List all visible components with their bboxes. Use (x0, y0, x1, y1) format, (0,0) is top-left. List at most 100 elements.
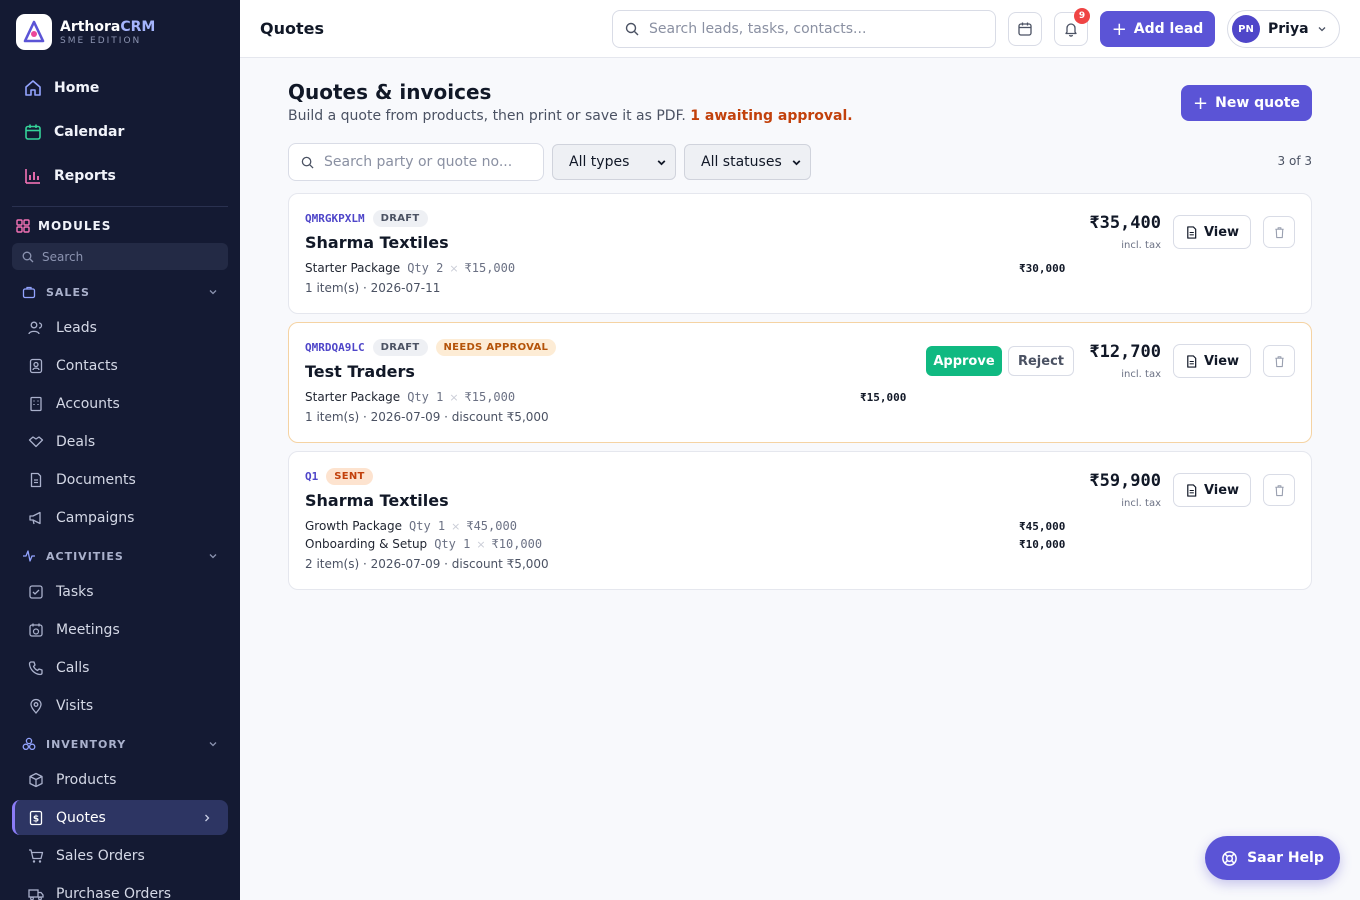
line-total: ₹10,000 (1019, 538, 1066, 551)
lifebuoy-icon (1222, 850, 1237, 866)
building-icon (30, 396, 42, 411)
quote-number[interactable]: QMRDQA9LC (305, 341, 365, 354)
nav-reports[interactable]: Reports (12, 158, 228, 194)
delete-button[interactable] (1263, 216, 1295, 248)
line-item: Growth Package Qty 1 × ₹45,000 (305, 519, 517, 533)
add-lead-button[interactable]: + Add lead (1100, 11, 1215, 47)
tax-note: incl. tax (1121, 498, 1161, 509)
sidebar-item-campaigns[interactable]: Campaigns (12, 500, 228, 535)
sidebar-item-products[interactable]: Products (12, 762, 228, 797)
quote-card[interactable]: QMRGKPXLM DRAFT Sharma Textiles Starter … (288, 193, 1312, 314)
new-quote-button[interactable]: + New quote (1181, 85, 1312, 121)
line-item: Starter Package Qty 1 × ₹15,000 (305, 390, 516, 404)
reject-button[interactable]: Reject (1008, 346, 1074, 376)
brand-name: ArthoraCRM (60, 18, 156, 35)
nav-calendar[interactable]: Calendar (12, 114, 228, 150)
checkbox-icon (29, 584, 43, 599)
quote-total: ₹35,400 (1089, 213, 1161, 233)
chevron-down-icon (657, 159, 666, 165)
trash-icon (1274, 355, 1284, 367)
avatar: PN (1232, 15, 1260, 43)
quote-number[interactable]: QMRGKPXLM (305, 212, 365, 225)
plus-icon: + (1193, 92, 1209, 114)
notifications-button[interactable]: 9 (1054, 8, 1090, 46)
sidebar-item-quotes[interactable]: $ Quotes (12, 800, 228, 835)
top-bar: Quotes Search leads, tasks, contacts... … (240, 0, 1360, 58)
truck-icon (28, 888, 44, 900)
page-subtitle: Build a quote from products, then print … (288, 108, 853, 124)
delete-button[interactable] (1263, 345, 1295, 377)
quote-receipt-icon: $ (29, 810, 43, 825)
view-button[interactable]: View (1173, 215, 1251, 249)
boxes-icon (22, 737, 36, 751)
quote-search-input[interactable]: Search party or quote no... (288, 143, 544, 181)
quote-meta: 1 item(s) · 2026-07-11 (305, 281, 441, 295)
sidebar-item-calls[interactable]: Calls (12, 650, 228, 685)
briefcase-icon (22, 286, 36, 299)
status-select[interactable]: All statuses (684, 144, 811, 180)
global-search-input[interactable]: Search leads, tasks, contacts... (612, 10, 996, 48)
chevron-right-icon (205, 814, 210, 821)
page-title: Quotes & invoices (288, 80, 492, 104)
multiply-icon: × (449, 390, 459, 404)
cart-icon (29, 848, 44, 863)
notification-badge: 9 (1074, 8, 1090, 24)
help-button[interactable]: Saar Help (1205, 836, 1340, 880)
brand[interactable]: ArthoraCRM SME EDITION (0, 0, 240, 64)
group-inventory[interactable]: INVENTORY (0, 726, 240, 762)
sidebar-item-sales-orders[interactable]: Sales Orders (12, 838, 228, 873)
sidebar-divider (12, 206, 228, 207)
file-icon (1187, 225, 1197, 239)
quote-card[interactable]: QMRDQA9LC DRAFT NEEDS APPROVAL Test Trad… (288, 322, 1312, 443)
user-menu[interactable]: PN Priya (1227, 10, 1340, 48)
line-total: ₹15,000 (860, 391, 907, 404)
grid-icon (16, 219, 30, 233)
line-item: Onboarding & Setup Qty 1 × ₹10,000 (305, 537, 543, 551)
quote-card[interactable]: Q1 SENT Sharma Textiles Growth Package Q… (288, 451, 1312, 590)
calendar-clock-icon (29, 623, 43, 637)
sidebar-item-leads[interactable]: Leads (12, 310, 228, 345)
status-badge: DRAFT (372, 210, 428, 227)
quote-number[interactable]: Q1 (305, 470, 318, 483)
group-activities[interactable]: ACTIVITIES (0, 538, 240, 574)
sidebar-item-meetings[interactable]: Meetings (12, 612, 228, 647)
sidebar-item-contacts[interactable]: Contacts (12, 348, 228, 383)
sidebar-item-visits[interactable]: Visits (12, 688, 228, 723)
file-icon (1187, 483, 1197, 497)
sidebar-item-accounts[interactable]: Accounts (12, 386, 228, 421)
calendar-button[interactable] (1008, 12, 1042, 46)
phone-icon (28, 660, 43, 675)
users-icon (28, 321, 43, 334)
package-icon (29, 772, 43, 787)
nav-home[interactable]: Home (12, 70, 228, 106)
sidebar-item-documents[interactable]: Documents (12, 462, 228, 497)
file-icon (1187, 354, 1197, 368)
quote-meta: 1 item(s) · 2026-07-09 · discount ₹5,000 (305, 410, 549, 424)
status-badge: DRAFT (372, 339, 428, 356)
approve-button[interactable]: Approve (926, 346, 1002, 376)
megaphone-icon (29, 511, 41, 524)
modules-title: MODULES (0, 211, 240, 241)
sidebar: ArthoraCRM SME EDITION Home Calendar Rep… (0, 0, 240, 900)
sidebar-item-deals[interactable]: Deals (12, 424, 228, 459)
module-search-input[interactable]: Search (12, 243, 228, 270)
line-item: Starter Package Qty 2 × ₹15,000 (305, 261, 516, 275)
type-select[interactable]: All types (552, 144, 676, 180)
results-count: 3 of 3 (1277, 154, 1312, 168)
view-button[interactable]: View (1173, 344, 1251, 378)
sidebar-item-purchase-orders[interactable]: Purchase Orders (12, 876, 228, 900)
calendar-icon (1018, 22, 1032, 36)
quote-meta: 2 item(s) · 2026-07-09 · discount ₹5,000 (305, 557, 549, 571)
user-name: Priya (1268, 21, 1309, 37)
needs-approval-badge: NEEDS APPROVAL (435, 339, 557, 356)
topbar-title: Quotes (260, 19, 325, 38)
delete-button[interactable] (1263, 474, 1295, 506)
search-icon (301, 156, 314, 169)
multiply-icon: × (451, 519, 461, 533)
home-icon (25, 80, 41, 96)
sidebar-item-tasks[interactable]: Tasks (12, 574, 228, 609)
view-button[interactable]: View (1173, 473, 1251, 507)
group-sales[interactable]: SALES (0, 274, 240, 310)
chevron-down-icon (1318, 27, 1326, 32)
bell-icon (1065, 23, 1077, 37)
